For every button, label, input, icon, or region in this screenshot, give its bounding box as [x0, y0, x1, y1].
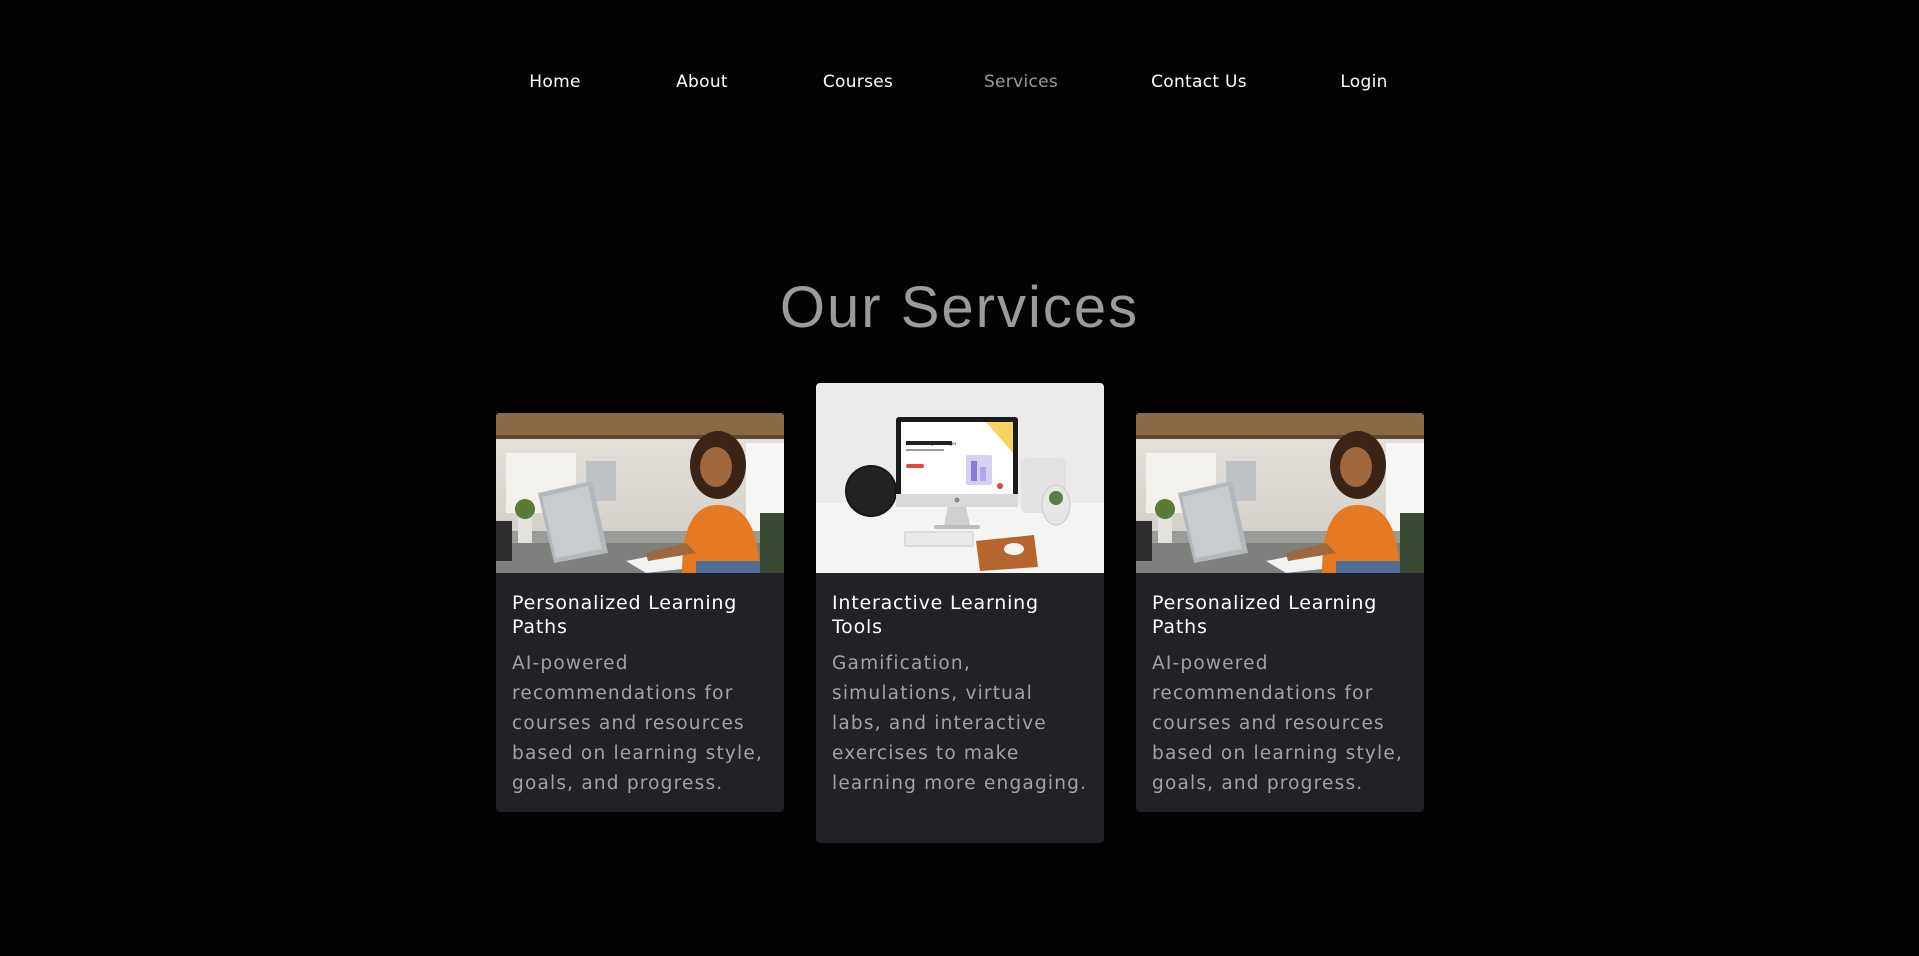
card-description: AI-powered recommendations for courses a… [1152, 653, 1404, 794]
screen-headline: Here are digital ledger [906, 441, 957, 447]
card-body: Personalized Learning Paths AI-powered r… [1136, 573, 1424, 812]
nav-courses[interactable]: Courses [823, 72, 893, 92]
nav-about[interactable]: About [676, 72, 728, 92]
card-description: AI-powered recommendations for courses a… [512, 653, 764, 794]
services-heading: Our Services [779, 275, 1140, 340]
card-title: Personalized Learning Paths [1152, 592, 1378, 638]
main-nav: Home About Courses Services Contact Us L… [0, 72, 1919, 100]
woman-writing-photo [1136, 413, 1424, 573]
nav-home[interactable]: Home [529, 72, 580, 92]
nav-login[interactable]: Login [1340, 72, 1387, 92]
card-title: Personalized Learning Paths [512, 592, 738, 638]
card-description: Gamification, simulations, virtual labs,… [832, 653, 1088, 794]
desktop-computer-photo: Here are digital ledger [816, 383, 1104, 573]
service-card-personalized-learning-1[interactable]: Personalized Learning Paths AI-powered r… [496, 413, 784, 812]
card-body: Interactive Learning Tools Gamification,… [816, 573, 1104, 817]
service-card-personalized-learning-2[interactable]: Personalized Learning Paths AI-powered r… [1136, 413, 1424, 812]
card-body: Personalized Learning Paths AI-powered r… [496, 573, 784, 812]
woman-writing-photo [496, 413, 784, 573]
nav-services[interactable]: Services [984, 72, 1058, 92]
card-title: Interactive Learning Tools [832, 592, 1039, 638]
nav-contact-us[interactable]: Contact Us [1151, 72, 1247, 92]
service-card-interactive-learning[interactable]: Here are digital ledger Interactive Lear… [816, 383, 1104, 843]
